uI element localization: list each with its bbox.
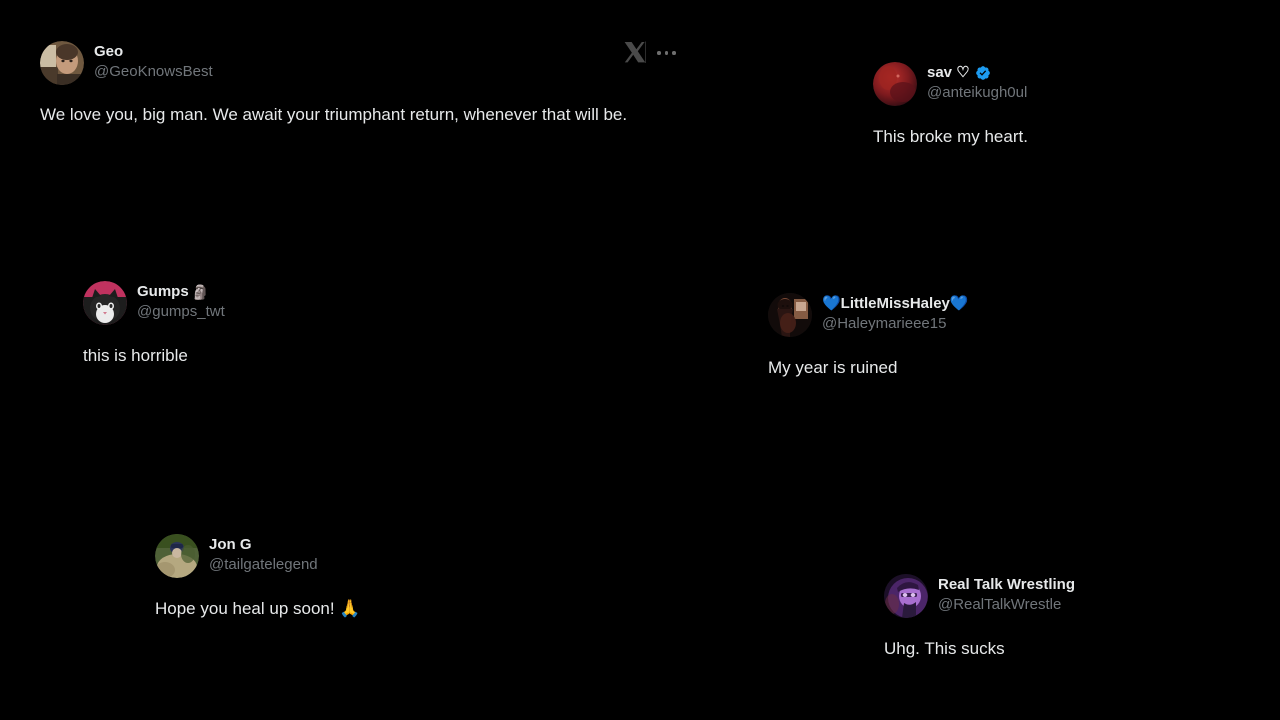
name-block: Real Talk Wrestling @RealTalkWrestle — [938, 574, 1075, 615]
handle[interactable]: @anteikugh0ul — [927, 83, 1027, 103]
display-name-text: Jon G — [209, 536, 252, 553]
display-name-text: sav ♡ — [927, 64, 970, 81]
display-name[interactable]: Gumps 🗿 — [137, 282, 225, 302]
x-logo[interactable] — [624, 41, 646, 66]
tweet-text: Hope you heal up soon! 🙏 — [155, 599, 361, 618]
name-block: 💙LittleMissHaley💙 @Haleymarieee15 — [822, 293, 969, 334]
handle[interactable]: @GeoKnowsBest — [94, 62, 213, 82]
avatar[interactable] — [884, 574, 928, 618]
tweet-card-haley[interactable]: 💙LittleMissHaley💙 @Haleymarieee15 My yea… — [768, 293, 1168, 381]
handle[interactable]: @gumps_twt — [137, 302, 225, 322]
display-name-text: Gumps — [137, 283, 189, 300]
tweet-card-geo[interactable]: Geo @GeoKnowsBest We love you, big man. … — [40, 41, 680, 128]
tweet-text: Uhg. This sucks — [884, 639, 1005, 658]
avatar[interactable] — [40, 41, 84, 85]
tweet-header: Real Talk Wrestling @RealTalkWrestle — [884, 574, 1280, 618]
tweet-text: this is horrible — [83, 346, 188, 365]
avatar[interactable] — [155, 534, 199, 578]
tweet-header: sav ♡ @anteikugh0ul — [873, 62, 1273, 106]
display-name[interactable]: Real Talk Wrestling — [938, 575, 1075, 595]
more-dot — [664, 51, 668, 55]
tweet-header: Geo @GeoKnowsBest — [40, 41, 680, 85]
tweet-card-rtw[interactable]: Real Talk Wrestling @RealTalkWrestle Uhg… — [884, 574, 1280, 662]
more-dot — [672, 51, 676, 55]
more-dot — [657, 51, 661, 55]
display-name[interactable]: Jon G — [209, 535, 318, 555]
tweet-header: 💙LittleMissHaley💙 @Haleymarieee15 — [768, 293, 1168, 337]
display-name[interactable]: 💙LittleMissHaley💙 — [822, 294, 969, 314]
tweet-card-gumps[interactable]: Gumps 🗿 @gumps_twt this is horrible — [83, 281, 483, 369]
name-block: Jon G @tailgatelegend — [209, 534, 318, 575]
verified-badge-icon — [975, 65, 991, 81]
display-name[interactable]: sav ♡ — [927, 63, 1027, 83]
handle[interactable]: @RealTalkWrestle — [938, 595, 1075, 615]
tweet-header: Jon G @tailgatelegend — [155, 534, 555, 578]
tweet-header: Gumps 🗿 @gumps_twt — [83, 281, 483, 325]
display-name-text: 💙LittleMissHaley💙 — [822, 295, 969, 312]
moai-emoji-icon: 🗿 — [191, 284, 210, 300]
tweet-text: This broke my heart. — [873, 127, 1028, 146]
tweet-text: My year is ruined — [768, 358, 898, 377]
display-name-text: Real Talk Wrestling — [938, 576, 1075, 593]
avatar[interactable] — [873, 62, 917, 106]
tweet-card-jong[interactable]: Jon G @tailgatelegend Hope you heal up s… — [155, 534, 555, 622]
more-options-icon[interactable] — [657, 45, 679, 61]
display-name[interactable]: Geo — [94, 42, 213, 62]
avatar[interactable] — [768, 293, 812, 337]
handle[interactable]: @Haleymarieee15 — [822, 314, 969, 334]
avatar[interactable] — [83, 281, 127, 325]
tweet-text: We love you, big man. We await your triu… — [40, 105, 628, 124]
name-block: sav ♡ @anteikugh0ul — [927, 62, 1027, 103]
name-block: Geo @GeoKnowsBest — [94, 41, 213, 82]
name-block: Gumps 🗿 @gumps_twt — [137, 281, 225, 322]
tweet-card-sav[interactable]: sav ♡ @anteikugh0ul This broke my heart. — [873, 62, 1273, 150]
display-name-text: Geo — [94, 43, 124, 60]
handle[interactable]: @tailgatelegend — [209, 555, 318, 575]
